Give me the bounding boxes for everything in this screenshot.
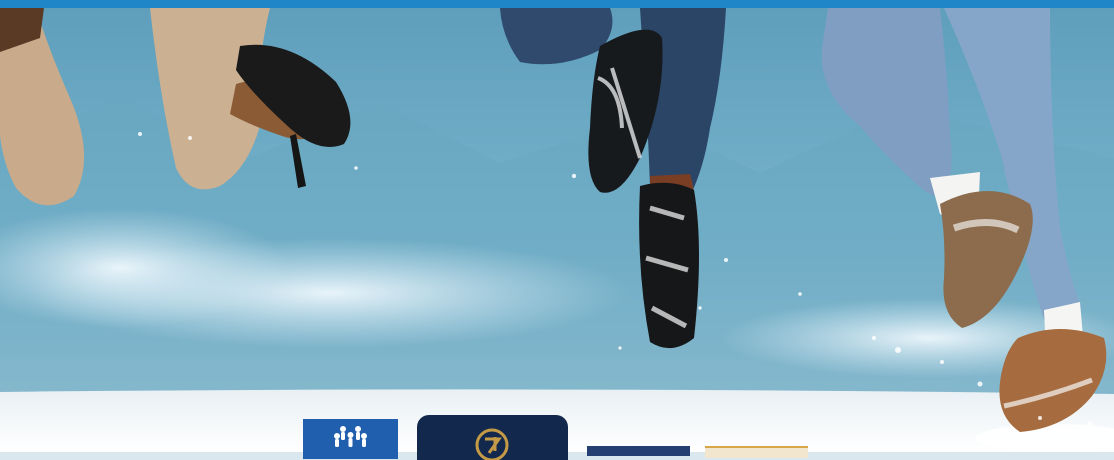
snow-ground xyxy=(0,389,1114,452)
hero-photo xyxy=(0,8,1114,452)
winter-jump-scene xyxy=(0,8,1114,452)
top-accent-bar xyxy=(0,0,1114,8)
